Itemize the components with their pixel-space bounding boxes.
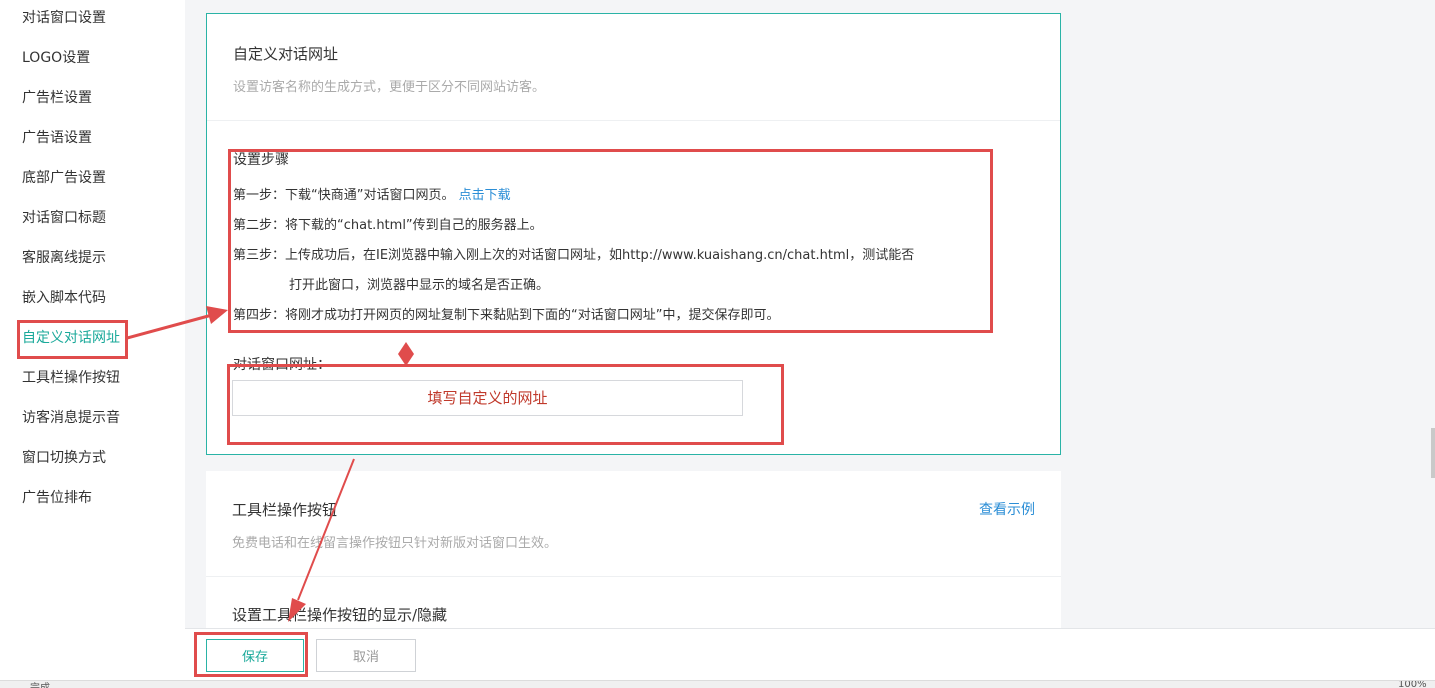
sidebar-item-ad-bar-settings[interactable]: 广告栏设置 <box>0 78 185 118</box>
status-text: 完成 <box>30 681 50 688</box>
view-example-link[interactable]: 查看示例 <box>979 499 1035 519</box>
toolbar-section-title: 工具栏操作按钮 <box>232 501 338 519</box>
sidebar-item-embed-script[interactable]: 嵌入脚本代码 <box>0 278 185 318</box>
section-title: 自定义对话网址 <box>233 45 339 63</box>
sidebar-item-chat-window-settings[interactable]: 对话窗口设置 <box>0 0 185 38</box>
scrollbar-thumb[interactable] <box>1431 428 1435 478</box>
sidebar-item-window-switch-mode[interactable]: 窗口切换方式 <box>0 438 185 478</box>
toolbar-visibility-title: 设置工具栏操作按钮的显示/隐藏 <box>232 606 448 624</box>
step-2: 第二步：将下载的“chat.html”传到自己的服务器上。 <box>233 218 543 233</box>
chat-url-input[interactable] <box>232 380 743 416</box>
section-description: 设置访客名称的生成方式，更便于区分不同网站访客。 <box>233 80 546 95</box>
step-4: 第四步：将刚才成功打开网页的网址复制下来黏贴到下面的“对话窗口网址”中，提交保存… <box>233 308 780 323</box>
sidebar-item-bottom-ad-settings[interactable]: 底部广告设置 <box>0 158 185 198</box>
zoom-level[interactable]: 100% <box>1398 681 1427 688</box>
steps-title: 设置步骤 <box>233 152 289 168</box>
step-3-line-1: 第三步：上传成功后，在IE浏览器中输入刚上次的对话窗口网址，如http://ww… <box>233 248 915 263</box>
toolbar-buttons-panel: 工具栏操作按钮 查看示例 免费电话和在线留言操作按钮只针对新版对话窗口生效。 设… <box>206 471 1061 631</box>
save-button[interactable]: 保存 <box>206 639 304 672</box>
toolbar-section-description: 免费电话和在线留言操作按钮只针对新版对话窗口生效。 <box>232 536 558 551</box>
divider <box>206 576 1061 577</box>
browser-status-bar: 完成 100% <box>0 680 1435 688</box>
sidebar-item-logo-settings[interactable]: LOGO设置 <box>0 38 185 78</box>
sidebar-item-toolbar-buttons[interactable]: 工具栏操作按钮 <box>0 358 185 398</box>
sidebar-item-ad-text-settings[interactable]: 广告语设置 <box>0 118 185 158</box>
step-3-line-2: 打开此窗口，浏览器中显示的域名是否正确。 <box>289 278 550 293</box>
settings-sidebar: 对话窗口设置 LOGO设置 广告栏设置 广告语设置 底部广告设置 对话窗口标题 … <box>0 0 185 680</box>
sidebar-item-chat-window-title[interactable]: 对话窗口标题 <box>0 198 185 238</box>
sidebar-item-custom-chat-url[interactable]: 自定义对话网址 <box>0 318 185 358</box>
divider <box>207 120 1060 121</box>
download-link[interactable]: 点击下载 <box>459 188 511 203</box>
sidebar-item-visitor-message-sound[interactable]: 访客消息提示音 <box>0 398 185 438</box>
step-1-text: 第一步：下载“快商通”对话窗口网页。 <box>233 188 455 203</box>
step-1: 第一步：下载“快商通”对话窗口网页。 点击下载 <box>233 184 511 203</box>
action-bar: 保存 取消 <box>185 628 1435 680</box>
cancel-button[interactable]: 取消 <box>316 639 416 672</box>
chat-url-label: 对话窗口网址： <box>233 357 331 373</box>
custom-url-panel: 自定义对话网址 设置访客名称的生成方式，更便于区分不同网站访客。 设置步骤 第一… <box>206 13 1061 455</box>
sidebar-item-offline-notice[interactable]: 客服离线提示 <box>0 238 185 278</box>
sidebar-item-ad-layout[interactable]: 广告位排布 <box>0 478 185 518</box>
